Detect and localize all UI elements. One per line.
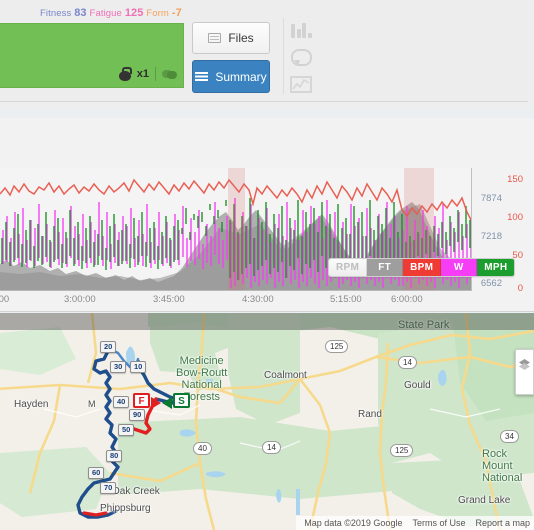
route-shield-125-south: 125 xyxy=(390,444,414,457)
activity-bar-meta: x1 xyxy=(118,67,177,81)
workout-count-label: x1 xyxy=(136,68,149,80)
mile-marker-20: 20 xyxy=(100,341,117,353)
fitness-label: Fitness xyxy=(40,8,72,19)
form-value: -7 xyxy=(171,7,182,19)
files-button-label: Files xyxy=(228,31,254,45)
x-tick-1: 3:00:00 xyxy=(64,294,96,305)
mile-marker-70: 70 xyxy=(100,482,117,494)
pmc-metrics: Fitness 83 Fatigue 125 Form -7 xyxy=(40,7,182,19)
x-tick-2: 3:45:00 xyxy=(153,294,185,305)
y-tick-bpm-150: 150 xyxy=(507,174,523,185)
kettlebell-icon xyxy=(118,67,132,81)
route-map-panel[interactable]: Medicine Bow-Routt National Forests Hayden … xyxy=(0,313,534,530)
route-shield-14: 14 xyxy=(398,356,417,369)
mile-marker-50: 50 xyxy=(118,424,135,436)
bar-chart-icon[interactable] xyxy=(290,18,316,40)
x-tick-3: 4:30:00 xyxy=(242,294,274,305)
line-chart-icon[interactable] xyxy=(290,76,312,93)
x-tick-5: 6:00:00 xyxy=(391,294,423,305)
files-icon xyxy=(208,33,222,43)
chart-series-legend: RPM FT BPM W MPH xyxy=(328,258,516,277)
divider xyxy=(155,67,156,81)
layers-icon xyxy=(519,359,530,370)
form-label: Form xyxy=(146,8,169,19)
attribution-mapdata: Map data ©2019 Google xyxy=(304,518,403,528)
y-tick-bpm-0: 0 xyxy=(517,283,523,294)
legend-toggle-ft[interactable]: FT xyxy=(367,259,404,276)
attribution-report[interactable]: Report a map xyxy=(475,518,530,528)
map-layers-control[interactable] xyxy=(515,349,534,395)
map-attribution: Map data ©2019 Google Terms of Use Repor… xyxy=(296,516,534,530)
files-button[interactable]: Files xyxy=(192,22,270,54)
fatigue-value: 125 xyxy=(124,7,144,19)
y-tick-ft-6562: 6562 xyxy=(480,278,502,289)
attribution-terms[interactable]: Terms of Use xyxy=(412,518,465,528)
legend-toggle-w[interactable]: W xyxy=(441,259,478,276)
mile-marker-90: 90 xyxy=(129,409,146,421)
route-shield-125-north: 125 xyxy=(325,340,349,353)
mile-marker-80: 80 xyxy=(106,450,123,462)
y-tick-ft-7218: 7218 xyxy=(480,231,502,242)
panel-surface: Fitness 83 Fatigue 125 Form -7 x1 Files … xyxy=(0,0,528,102)
legend-toggle-mph[interactable]: MPH xyxy=(477,259,515,276)
route-shield-14-south: 14 xyxy=(262,441,281,454)
mile-marker-60: 60 xyxy=(88,467,105,479)
y-tick-bpm-100: 100 xyxy=(507,212,523,223)
route-shield-40-west: 40 xyxy=(193,442,212,455)
fatigue-label: Fatigue xyxy=(89,8,122,19)
finish-marker[interactable]: F xyxy=(133,393,161,409)
mile-marker-30: 30 xyxy=(110,361,127,373)
legend-toggle-bpm[interactable]: BPM xyxy=(403,259,442,276)
comment-icon[interactable] xyxy=(162,69,177,80)
x-tick-4: 5:15:00 xyxy=(330,294,362,305)
mile-marker-10: 10 xyxy=(130,361,147,373)
list-icon xyxy=(195,72,209,81)
activity-bar[interactable]: x1 xyxy=(0,23,184,88)
mile-marker-40: 40 xyxy=(113,396,130,408)
legend-toggle-rpm[interactable]: RPM xyxy=(329,259,368,276)
route-track-red-2 xyxy=(82,511,108,517)
summary-button[interactable]: Summary xyxy=(192,60,270,93)
vertical-divider xyxy=(283,18,284,94)
map-base-layer xyxy=(0,313,534,530)
summary-button-label: Summary xyxy=(215,69,267,84)
x-axis-line xyxy=(0,290,472,291)
activity-summary-panel: Fitness 83 Fatigue 125 Form -7 x1 Files … xyxy=(0,0,534,108)
tool-icon-column xyxy=(290,18,324,100)
x-tick-0: :00 xyxy=(0,294,10,305)
comment-bubble-icon[interactable] xyxy=(290,47,316,69)
y-tick-ft-7874: 7874 xyxy=(480,193,502,204)
start-marker[interactable]: S xyxy=(162,393,190,409)
route-shield-34: 34 xyxy=(500,430,519,443)
fitness-value: 83 xyxy=(74,7,87,19)
activity-chart-panel: RPM FT BPM W MPH 7874 7218 6562 150 100 … xyxy=(0,118,534,312)
x-axis-ticks: :00 3:00:00 3:45:00 4:30:00 5:15:00 6:00:00 xyxy=(0,294,472,308)
